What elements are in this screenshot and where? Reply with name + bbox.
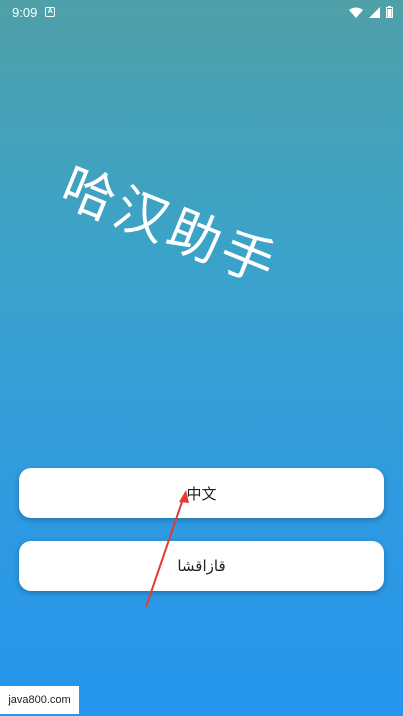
- status-right: [349, 6, 393, 18]
- watermark: java800.com: [0, 686, 79, 714]
- chinese-language-label: 中文: [186, 484, 217, 503]
- signal-icon: [369, 6, 380, 18]
- status-left: 9:09 A: [12, 4, 56, 20]
- wifi-icon: [349, 7, 363, 18]
- notification-a-icon: A: [45, 7, 56, 17]
- kazakh-language-button[interactable]: قازاقشا: [19, 541, 384, 591]
- annotation-arrow-icon: [145, 490, 189, 608]
- status-bar: 9:09 A: [0, 0, 403, 24]
- kazakh-language-label: قازاقشا: [177, 557, 226, 575]
- status-time: 9:09: [12, 4, 38, 20]
- app-title: 哈汉助手: [52, 156, 287, 299]
- chinese-language-button[interactable]: 中文: [19, 468, 384, 518]
- battery-icon: [386, 6, 393, 18]
